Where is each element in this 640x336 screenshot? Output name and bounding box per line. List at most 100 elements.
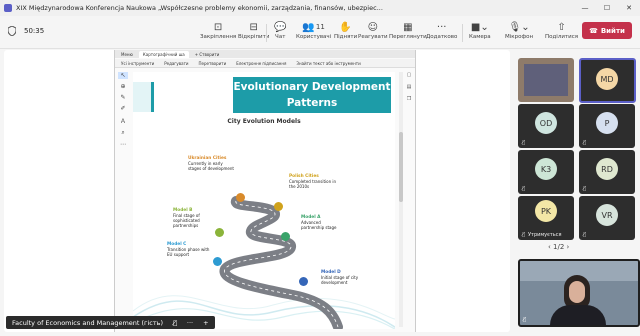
page-icon: ▤ <box>406 84 412 90</box>
ukrainian-cities-pin <box>236 193 245 202</box>
camera-button[interactable]: ■⌄ Камера <box>469 20 491 41</box>
label-text: Advanced partnership stage <box>301 220 337 230</box>
pdf-menu-item: Перетворити <box>198 60 227 66</box>
video-person-face <box>569 281 585 303</box>
mic-off-icon: 🎙̸ <box>522 232 526 238</box>
close-window-button[interactable]: ✕ <box>618 4 640 12</box>
chat-label: Чат <box>275 34 286 40</box>
more-button[interactable]: ··· Додатково <box>426 20 458 41</box>
pdf-menu-item: Електронне підписання <box>236 60 287 66</box>
label-text: Currently in early stages of development <box>188 161 234 171</box>
label-text: Initial stage of city development <box>321 275 359 285</box>
participant-tile[interactable]: PK 🎙̸ Утримується <box>518 196 574 240</box>
browser-tab: Картографічний ша <box>138 50 189 58</box>
participant-tile[interactable]: K3 🎙̸ <box>518 150 574 194</box>
self-view-video[interactable]: 🎙̸ <box>518 259 640 327</box>
avatar: PK <box>535 200 557 222</box>
window-title: XIX Międzynarodowa Konferencja Naukowa „… <box>16 4 383 12</box>
meeting-timer: 50:35 <box>24 27 45 35</box>
raise-hand-button[interactable]: ✋ Підняти <box>334 20 358 41</box>
people-button[interactable]: 👥 11 Користувачі <box>296 20 332 41</box>
label-model-d: Model D Initial stage of city developmen… <box>321 270 367 285</box>
text-icon: Ａ <box>119 118 126 125</box>
react-icon: ☺ <box>367 21 379 33</box>
more-options-icon[interactable]: ··· <box>187 319 193 327</box>
browser-tab-bar: Меню Картографічний ша + Створити <box>115 50 415 58</box>
raise-hand-label: Підняти <box>334 34 358 40</box>
avatar: VR <box>596 204 618 226</box>
participant-tile[interactable]: RD 🎙̸ <box>579 150 635 194</box>
teams-logo-icon <box>4 4 12 12</box>
unpin-button[interactable]: ⊟ Відкріпити <box>238 20 270 41</box>
people-label: Користувачі <box>296 34 332 40</box>
window-titlebar: XIX Międzynarodowa Konferencja Naukowa „… <box>0 0 640 16</box>
mic-off-icon: 🎙̸ <box>583 186 587 192</box>
unpin-label: Відкріпити <box>238 34 270 40</box>
more-label: Додатково <box>426 34 458 40</box>
share-button[interactable]: ⇧ Поділитися <box>545 20 578 41</box>
gallery-pager[interactable]: ‹ 1/2 › <box>548 243 569 251</box>
more-icon: ··· <box>436 21 447 33</box>
pdf-menu-item: Редагувати <box>164 60 189 66</box>
model-d-pin <box>299 277 308 286</box>
draw-icon: ✐ <box>120 105 126 112</box>
mic-off-icon: 🎙̸ <box>522 186 526 192</box>
cursor-icon: ↖ <box>118 72 128 79</box>
page-indicator: 1/2 <box>553 243 565 251</box>
avatar: RD <box>596 158 618 180</box>
pdf-tools: ↖ ⊕ ✎ ✐ Ａ ⌕ ⋯ <box>117 72 129 162</box>
polish-cities-pin <box>274 202 283 211</box>
label-text: Final stage of sophisticated partnership… <box>173 213 200 228</box>
leave-button[interactable]: ☎ Вийти <box>582 22 632 39</box>
video-feed <box>524 64 568 96</box>
toolbar-divider <box>266 24 267 42</box>
pin-label: Закріплення <box>200 34 237 40</box>
pin-button[interactable]: ⊡ Закріплення <box>200 20 237 41</box>
presenter-name-tag: Faculty of Economics and Management (гіс… <box>6 316 215 329</box>
participant-tile[interactable]: P 🎙̸ <box>579 104 635 148</box>
minimize-button[interactable]: — <box>574 4 596 12</box>
view-button[interactable]: ▦ Переглянути <box>389 20 427 41</box>
meeting-stage: Меню Картографічний ша + Створити Усі ін… <box>4 50 510 332</box>
pen-icon: ✎ <box>120 94 126 101</box>
participant-tile[interactable]: VR 🎙̸ <box>579 196 635 240</box>
maximize-button[interactable]: ☐ <box>596 4 618 12</box>
chevron-right-icon[interactable]: › <box>567 243 570 251</box>
participant-count: 11 <box>315 23 325 31</box>
slide-subtitle: City Evolution Models <box>227 118 301 125</box>
mic-off-icon: 🎙̸ <box>523 317 527 323</box>
chat-button[interactable]: 💬 Чат <box>274 20 286 41</box>
mic-icon: 🎙⌄ <box>508 21 530 33</box>
slide-title-line2: Patterns <box>286 97 338 109</box>
chevron-left-icon[interactable]: ‹ <box>548 243 551 251</box>
model-c-pin <box>213 257 222 266</box>
mic-off-icon: 🎙̸ <box>173 318 177 327</box>
add-icon[interactable]: + <box>203 319 208 327</box>
slide-title: Evolutionary Development Patterns <box>233 77 391 113</box>
pdf-search: Знайти текст або інструменти <box>296 60 361 66</box>
toolbar-divider <box>462 24 463 42</box>
raise-hand-icon: ✋ <box>339 21 352 33</box>
avatar: MD <box>596 68 618 90</box>
unpin-icon: ⊟ <box>249 21 258 33</box>
pdf-right-rail: ▢ ▤ ❐ <box>405 72 413 102</box>
meeting-toolbar: 50:35 ⊡ Закріплення ⊟ Відкріпити 💬 Чат 👥… <box>0 16 640 49</box>
label-text: Transition phase with EU support <box>167 247 210 257</box>
participant-tile[interactable]: OD 🎙̸ <box>518 104 574 148</box>
camera-icon: ■⌄ <box>470 21 489 33</box>
mic-button[interactable]: 🎙⌄ Мікрофон <box>505 20 533 41</box>
avatar: OD <box>535 112 557 134</box>
mic-off-icon: 🎙̸ <box>583 140 587 146</box>
comment-icon: ▢ <box>406 72 412 78</box>
label-model-b: Model B Final stage of sophisticated par… <box>173 208 217 228</box>
participant-tile-video[interactable] <box>518 58 574 102</box>
copy-icon: ❐ <box>406 96 412 102</box>
zoom-icon: ⊕ <box>120 83 126 90</box>
presenter-name: Faculty of Economics and Management (гіс… <box>12 318 163 327</box>
avatar: P <box>596 112 618 134</box>
participant-tile[interactable]: MD <box>579 58 636 103</box>
view-icon: ▦ <box>403 21 413 33</box>
slide-accent <box>133 82 154 112</box>
pdf-menu-item: Усі інструменти <box>121 60 155 66</box>
react-button[interactable]: ☺ Реагувати <box>358 20 388 41</box>
